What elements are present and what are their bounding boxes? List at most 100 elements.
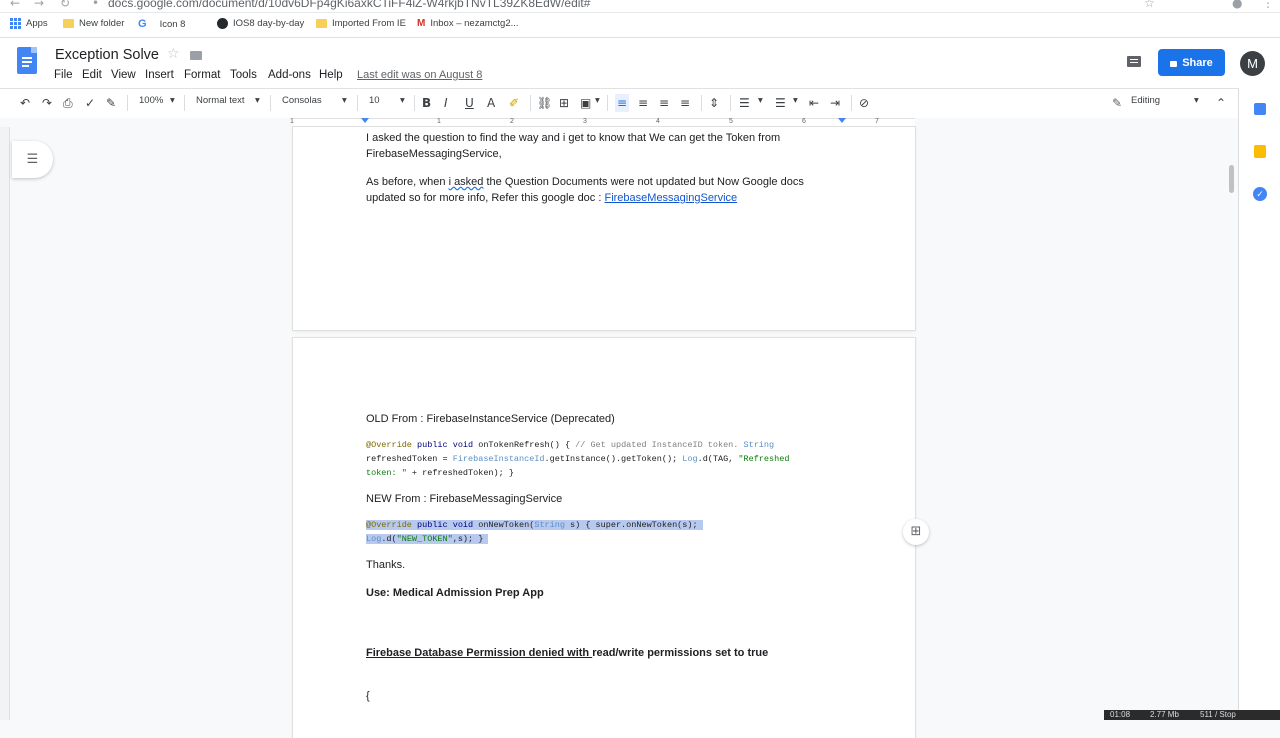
docs-logo-icon[interactable] [17,47,37,74]
menu-insert[interactable]: Insert [145,69,174,81]
spellcheck-icon[interactable]: ✓ [85,94,95,112]
align-justify-icon[interactable]: ≡ [680,94,690,112]
star-icon[interactable]: ☆ [167,46,180,62]
paragraph-line[interactable]: As before, when i asked the Question Doc… [366,174,804,190]
chevron-down-icon[interactable]: ▾ [595,95,600,106]
increase-indent-icon[interactable]: ⇥ [830,94,840,112]
ruler-right-margin-marker[interactable] [838,118,846,123]
menu-format[interactable]: Format [184,69,220,81]
code-line[interactable]: token: " + refreshedToken); } [366,466,514,480]
zoom-select[interactable]: 100% [139,95,163,106]
browser-url-bar: ← → ↻ • docs.google.com/document/d/10dv6… [0,0,1280,13]
menu-tools[interactable]: Tools [230,69,257,81]
thanks-text[interactable]: Thanks. [366,557,405,573]
align-right-icon[interactable]: ≡ [659,94,669,112]
calendar-icon[interactable] [1254,103,1266,115]
chevron-down-icon[interactable]: ▾ [342,95,347,106]
old-heading[interactable]: OLD From : FirebaseInstanceService (Depr… [366,411,615,427]
bookmark-star-icon[interactable]: ☆ [1144,0,1155,10]
decrease-indent-icon[interactable]: ⇤ [809,94,819,112]
add-comment-float-button[interactable]: ⊞ [903,519,929,545]
browser-menu-icon[interactable]: ⋮ [1262,0,1274,10]
code-line[interactable]: refreshedToken = FirebaseInstanceId.getI… [366,452,789,466]
bookmark-icon8[interactable]: G Icon 8 [138,18,185,30]
new-heading[interactable]: NEW From : FirebaseMessagingService [366,491,562,507]
text-color-icon[interactable]: A [487,94,495,112]
menu-view[interactable]: View [111,69,136,81]
ruler-number: 4 [656,118,660,125]
side-panel: ✓ [1238,88,1280,720]
keep-icon[interactable] [1254,145,1266,158]
vertical-scrollbar-thumb[interactable] [1229,165,1234,193]
firebase-messaging-link[interactable]: FirebaseMessagingService [604,192,737,204]
paragraph-line[interactable]: FirebaseMessagingService, [366,146,502,162]
highlight-icon[interactable]: ✐ [509,94,519,112]
spelling-underlined-text: i asked [448,176,484,188]
forward-icon[interactable]: → [34,0,44,10]
line-spacing-icon[interactable]: ⇕ [709,94,719,112]
menu-edit[interactable]: Edit [82,69,102,81]
style-select[interactable]: Normal text [196,95,245,106]
menu-file[interactable]: File [54,69,73,81]
paint-format-icon[interactable]: ✎ [106,94,116,112]
font-select[interactable]: Consolas [282,95,322,106]
chevron-down-icon[interactable]: ▾ [170,95,175,106]
print-icon[interactable]: ⎙ [63,94,73,112]
bookmark-ios8[interactable]: IOS8 day-by-day [217,18,304,29]
bulleted-list-icon[interactable]: ☰ [775,94,786,112]
link-icon[interactable]: ⛓ [537,94,552,112]
paragraph-line[interactable]: updated so for more info, Refer this goo… [366,190,737,206]
chevron-down-icon[interactable]: ▾ [255,95,260,106]
back-icon[interactable]: ← [10,0,20,10]
chevron-down-icon[interactable]: ▾ [400,95,405,106]
document-title[interactable]: Exception Solve [55,47,159,63]
italic-icon[interactable]: I [444,94,448,112]
font-size-select[interactable]: 10 [369,95,380,106]
numbered-list-icon[interactable]: ☰ [739,94,750,112]
menu-addons[interactable]: Add-ons [268,69,311,81]
profile-avatar[interactable]: ● [1232,0,1242,10]
comment-history-icon[interactable] [1127,56,1141,67]
redo-icon[interactable]: ↷ [42,94,52,112]
align-center-icon[interactable]: ≡ [638,94,648,112]
selected-code-line[interactable]: Log.d("NEW_TOKEN",s); } [366,532,489,546]
chevron-down-icon[interactable]: ▾ [758,95,763,106]
underline-icon[interactable]: U [465,94,474,112]
bookmark-label: Inbox – nezamctg2... [430,18,519,29]
pencil-icon: ✎ [1112,96,1123,110]
url-text[interactable]: docs.google.com/document/d/10dv6DFp4gKi6… [108,0,590,10]
move-folder-icon[interactable] [190,51,202,60]
tasks-icon[interactable]: ✓ [1253,187,1267,201]
bookmark-apps[interactable]: Apps [10,18,48,29]
add-comment-icon[interactable]: ⊞ [559,94,569,112]
chevron-down-icon[interactable]: ▾ [1194,95,1199,106]
bold-icon[interactable]: B [422,94,431,112]
firebase-heading[interactable]: Firebase Database Permission denied with… [366,645,768,661]
share-button[interactable]: Share [1158,49,1225,76]
reload-icon[interactable]: ↻ [60,0,70,10]
bookmark-inbox[interactable]: M Inbox – nezamctg2... [417,18,519,29]
undo-icon[interactable]: ↶ [20,94,30,112]
clear-formatting-icon[interactable]: ⊘ [859,94,869,112]
menu-help[interactable]: Help [319,69,343,81]
paragraph-line[interactable]: I asked the question to find the way and… [366,130,780,146]
last-edit-link[interactable]: Last edit was on August 8 [357,69,482,81]
selected-code-line[interactable]: @Override public void onNewToken(String … [366,518,703,532]
document-outline-button[interactable]: ☰ [12,141,53,178]
use-line[interactable]: Use: Medical Admission Prep App [366,585,544,601]
collapse-menus-icon[interactable]: ⌃ [1216,94,1226,112]
align-left-icon[interactable]: ≡ [615,94,630,112]
editing-mode-select[interactable]: Editing [1131,95,1160,106]
account-avatar[interactable]: M [1240,51,1265,76]
chevron-down-icon[interactable]: ▾ [793,95,798,106]
bookmark-label: IOS8 day-by-day [233,18,305,29]
bookmark-imported-ie[interactable]: Imported From IE [316,18,406,29]
bookmark-new-folder[interactable]: New folder [63,18,124,29]
bookmark-label: Icon 8 [159,18,186,30]
insert-image-icon[interactable]: ▣ [580,94,591,112]
code-line[interactable]: @Override public void onTokenRefresh() {… [366,438,774,452]
system-status-overlay: 01:08 2.77 Mb 511 / Stop [1104,710,1280,720]
code-brace[interactable]: { [366,688,370,704]
ruler-indent-marker[interactable] [361,118,369,123]
formatting-toolbar: ↶ ↷ ⎙ ✓ ✎ 100% ▾ Normal text ▾ Consolas … [0,88,1238,119]
